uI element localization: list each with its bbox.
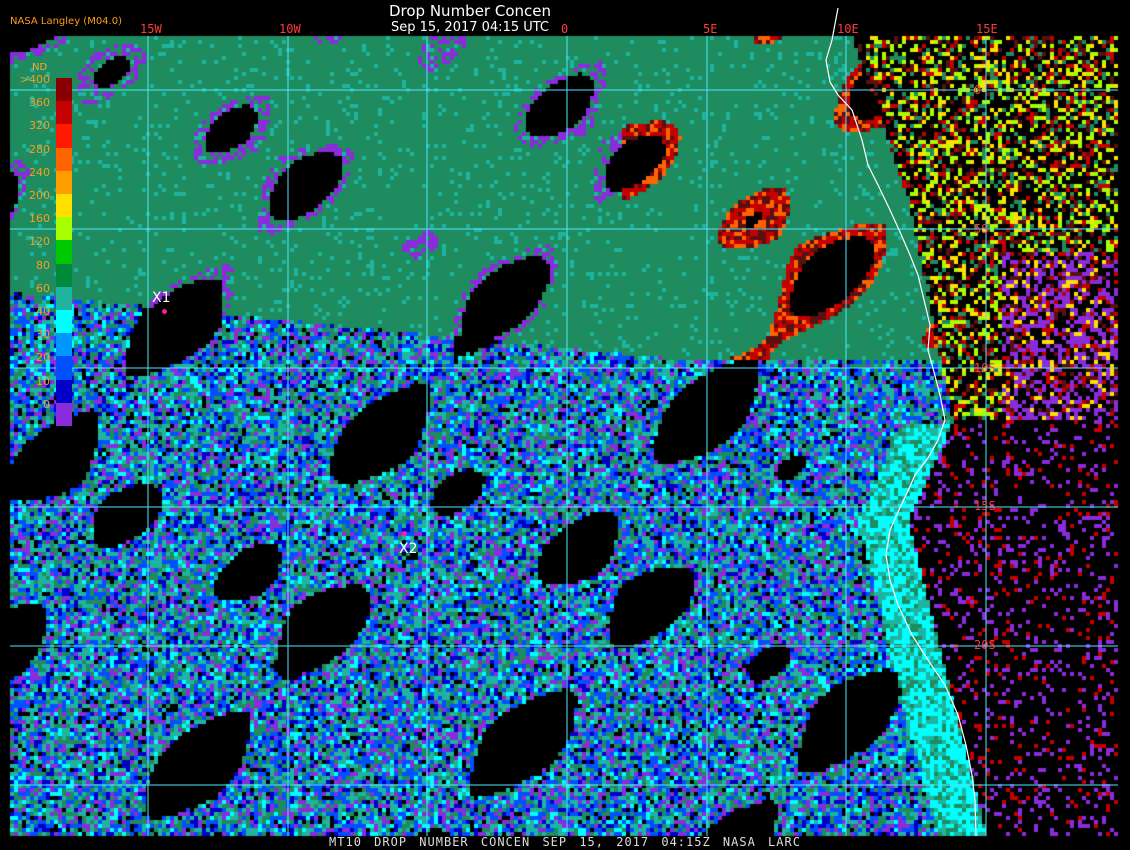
map-title: Drop Number Concen [388,2,552,20]
lon-label-15w: 15W [140,22,162,36]
marker-x2-dot [402,531,407,536]
map-overlay [10,7,1118,837]
legend-swatch [56,101,72,125]
lon-label-10e: 10E [837,22,859,36]
legend-label: 240 [29,165,50,179]
marker-x2-label: X2 [399,541,418,557]
legend-label: 10 [36,374,50,388]
legend-label: 320 [29,119,50,133]
legend-label: 160 [29,212,50,226]
legend-label: 360 [29,96,50,110]
credit-text: NASA Langley (M04.0) [10,16,122,27]
lat-label-0: 0 [974,83,982,97]
lon-label-10w: 10W [279,22,301,36]
legend-swatch [56,356,72,380]
lat-label-10s: 10S [974,361,996,375]
legend-label: 80 [36,258,50,272]
lat-label-20s: 20S [974,638,996,652]
legend-label: 30 [36,328,50,342]
footer-caption: MT10 DROP NUMBER CONCEN SEP 15, 2017 04:… [329,835,801,849]
legend-swatch [56,217,72,241]
lon-label-0: 0 [561,22,569,36]
legend-label: 200 [29,189,50,202]
legend-swatch [56,263,72,287]
legend-swatch [56,286,72,310]
legend-swatch [56,310,72,334]
legend-swatch [56,170,72,194]
coastline [825,7,977,837]
legend-swatch [56,240,72,264]
legend-swatch [56,124,72,148]
legend-swatch [56,147,72,171]
legend-label: 120 [29,235,50,249]
legend-label: 60 [36,281,50,295]
legend-swatch [56,379,72,403]
graticule [10,36,1118,836]
legend-swatch [56,333,72,357]
legend-swatch [56,194,72,218]
legend-unit: ND [32,62,48,73]
lon-label-5e: 5E [703,22,718,36]
legend-label: 0 [43,397,50,411]
legend-swatch [56,78,72,102]
lat-label-5s: 5S [974,222,989,236]
legend-label: 20 [36,351,50,365]
legend-label: 40 [36,305,50,318]
legend-label: >400 [19,73,50,86]
marker-x1-dot [162,309,167,314]
marker-x1-label: X1 [152,290,171,306]
legend-swatch [56,402,72,426]
legend-label: 280 [29,142,50,156]
lat-label-15s: 15S [974,499,996,513]
lon-label-15e: 15E [976,22,998,36]
color-legend: ND >400 360 320 280 240 200 160 120 80 60 40 30 20 10… [14,62,78,437]
